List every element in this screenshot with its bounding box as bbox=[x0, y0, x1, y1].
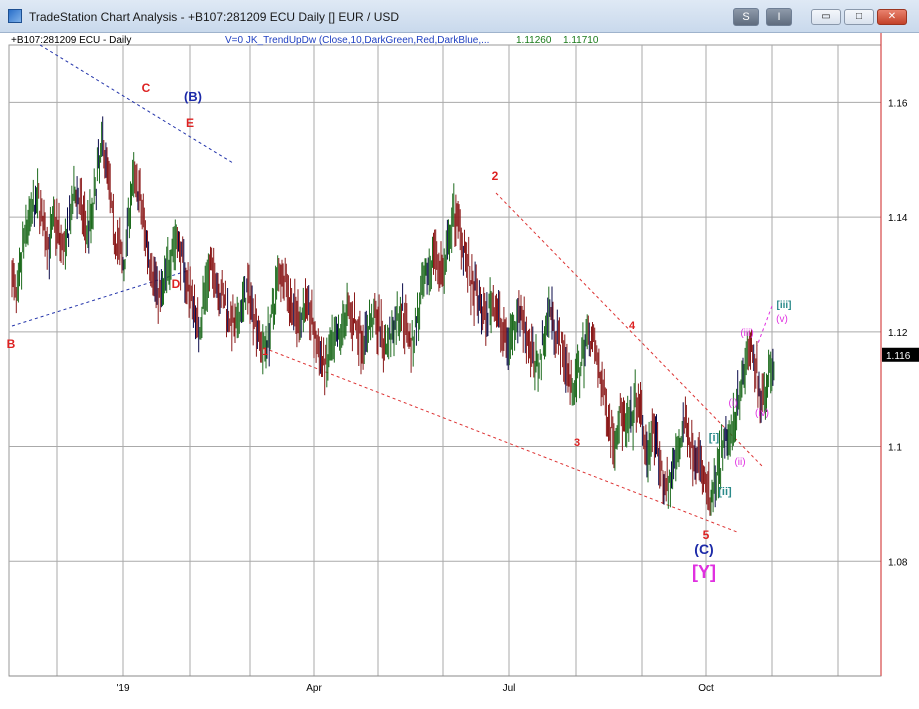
y-tick-label: 1.16 bbox=[888, 98, 908, 109]
maximize-button[interactable]: □ bbox=[844, 9, 874, 25]
x-tick-label: Apr bbox=[306, 683, 322, 694]
wave-label: 5 bbox=[703, 528, 710, 542]
wave-label: 4 bbox=[629, 320, 636, 332]
y-tick-label: 1.14 bbox=[888, 213, 908, 224]
symbol-label: +B107:281209 ECU - Daily bbox=[11, 35, 132, 46]
last-price-label: 1.116 bbox=[886, 351, 911, 362]
wave-label: (ii) bbox=[734, 457, 745, 468]
i-button[interactable]: I bbox=[766, 8, 792, 26]
wave-label: D bbox=[172, 277, 181, 291]
study-label: V=0 JK_TrendUpDw (Close,10,DarkGreen,Red… bbox=[225, 35, 490, 46]
wave-label: [iii] bbox=[777, 300, 792, 311]
wave-label: (i) bbox=[729, 398, 738, 409]
x-tick-label: Jul bbox=[503, 683, 516, 694]
wave-label: (iv) bbox=[755, 408, 769, 419]
wave-label: (C) bbox=[694, 541, 713, 557]
wave-label: (B) bbox=[184, 89, 202, 104]
close-button[interactable]: ✕ bbox=[877, 9, 907, 25]
y-tick-label: 1.1 bbox=[888, 443, 902, 454]
app-icon bbox=[8, 9, 22, 23]
study-value-2: 1.11710 bbox=[563, 35, 599, 46]
wave-label: (iii) bbox=[740, 328, 753, 339]
wave-label: 2 bbox=[492, 169, 499, 183]
wave-label: 3 bbox=[574, 437, 580, 449]
y-tick-label: 1.12 bbox=[888, 328, 908, 339]
x-tick-label: Oct bbox=[698, 683, 714, 694]
wave-label: [ii] bbox=[718, 486, 732, 498]
wave-label: E bbox=[186, 116, 194, 130]
wave-label: B bbox=[7, 337, 16, 351]
wave-label: 1 bbox=[262, 346, 268, 358]
x-tick-label: '19 bbox=[116, 683, 129, 694]
window-titlebar: TradeStation Chart Analysis - +B107:2812… bbox=[0, 0, 919, 33]
chart-area: 1.08 1.1 1.12 1.14 1.16 '19 Apr Jul Oct B C (B) E D… bbox=[0, 33, 919, 704]
last-price-marker: 1.116 bbox=[882, 347, 919, 362]
minimize-button[interactable]: ▭ bbox=[811, 9, 841, 25]
wave-label: [i] bbox=[709, 432, 720, 444]
s-button[interactable]: S bbox=[733, 8, 759, 26]
window-title: TradeStation Chart Analysis - +B107:2812… bbox=[29, 10, 400, 24]
wave-label: (v) bbox=[776, 314, 788, 325]
wave-label: [Y] bbox=[692, 562, 716, 582]
price-chart[interactable]: 1.08 1.1 1.12 1.14 1.16 '19 Apr Jul Oct B C (B) E D… bbox=[0, 33, 919, 704]
wave-label: C bbox=[142, 81, 151, 95]
study-value-1: 1.11260 bbox=[516, 35, 552, 46]
y-tick-label: 1.08 bbox=[888, 557, 908, 568]
